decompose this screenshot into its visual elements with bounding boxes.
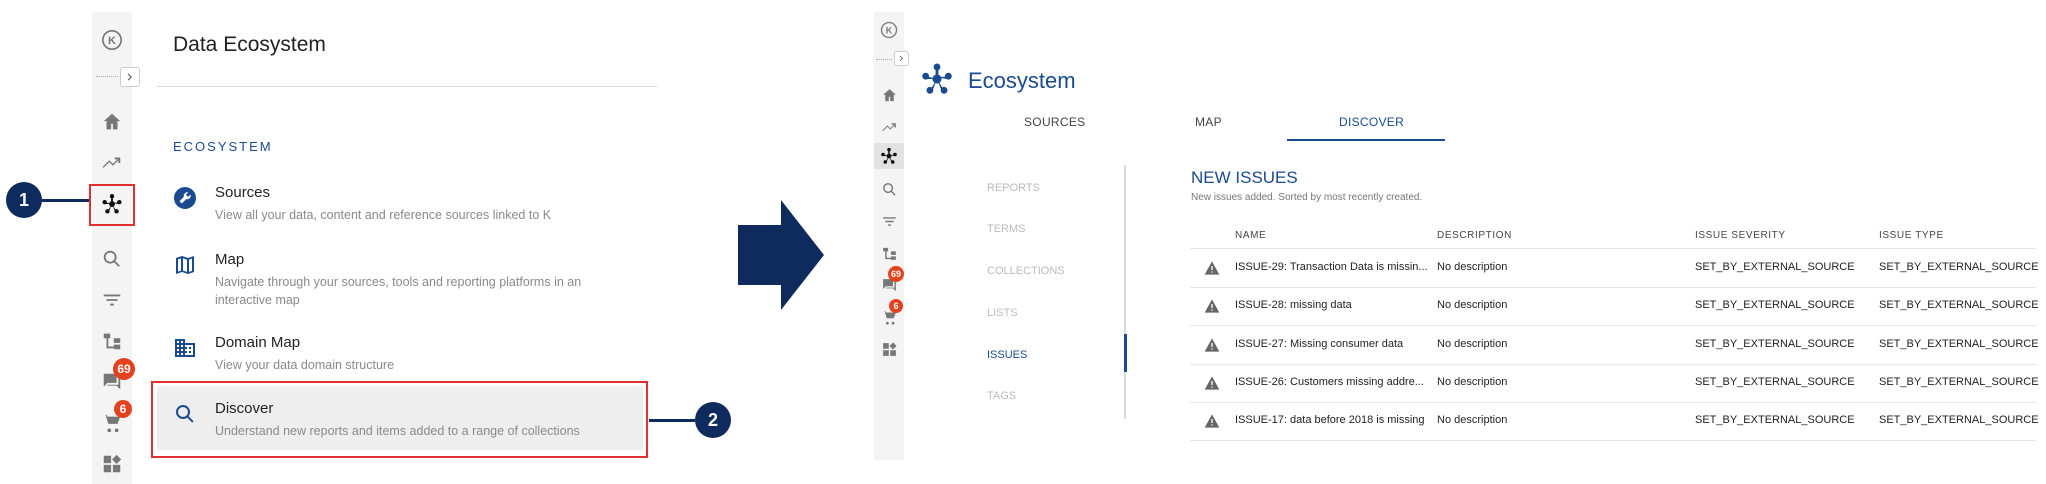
issue-severity: SET_BY_EXTERNAL_SOURCE (1695, 338, 1855, 350)
issue-severity: SET_BY_EXTERNAL_SOURCE (1695, 261, 1855, 273)
warning-icon (1204, 375, 1220, 391)
warning-icon (1204, 260, 1220, 276)
issue-severity: SET_BY_EXTERNAL_SOURCE (1695, 299, 1855, 311)
issue-type: SET_BY_EXTERNAL_SOURCE (1879, 376, 2039, 388)
table-row[interactable]: ISSUE-17: data before 2018 is missing No… (1190, 402, 2039, 441)
issue-severity: SET_BY_EXTERNAL_SOURCE (1695, 414, 1855, 426)
issue-name: ISSUE-17: data before 2018 is missing (1235, 414, 1425, 426)
issue-type: SET_BY_EXTERNAL_SOURCE (1879, 299, 2039, 311)
issue-type: SET_BY_EXTERNAL_SOURCE (1879, 414, 2039, 426)
table-row[interactable]: ISSUE-29: Transaction Data is missin... … (1190, 249, 2039, 288)
table-row[interactable]: ISSUE-28: missing data No description SE… (1190, 287, 2039, 326)
issue-description: No description (1437, 338, 1508, 350)
table-row[interactable]: ISSUE-26: Customers missing addre... No … (1190, 364, 2039, 403)
issue-type: SET_BY_EXTERNAL_SOURCE (1879, 261, 2039, 273)
issue-type: SET_BY_EXTERNAL_SOURCE (1879, 338, 2039, 350)
issue-name: ISSUE-26: Customers missing addre... (1235, 376, 1424, 388)
issue-name: ISSUE-28: missing data (1235, 299, 1352, 311)
issue-description: No description (1437, 261, 1508, 273)
issue-description: No description (1437, 376, 1508, 388)
table-row[interactable]: ISSUE-27: Missing consumer data No descr… (1190, 326, 2039, 365)
issue-severity: SET_BY_EXTERNAL_SOURCE (1695, 376, 1855, 388)
issue-description: No description (1437, 299, 1508, 311)
warning-icon (1204, 337, 1220, 353)
warning-icon (1204, 413, 1220, 429)
issue-name: ISSUE-27: Missing consumer data (1235, 338, 1404, 350)
warning-icon (1204, 298, 1220, 314)
issue-description: No description (1437, 414, 1508, 426)
issue-name: ISSUE-29: Transaction Data is missin... (1235, 261, 1428, 273)
issues-table: ISSUE-29: Transaction Data is missin... … (0, 0, 2046, 460)
